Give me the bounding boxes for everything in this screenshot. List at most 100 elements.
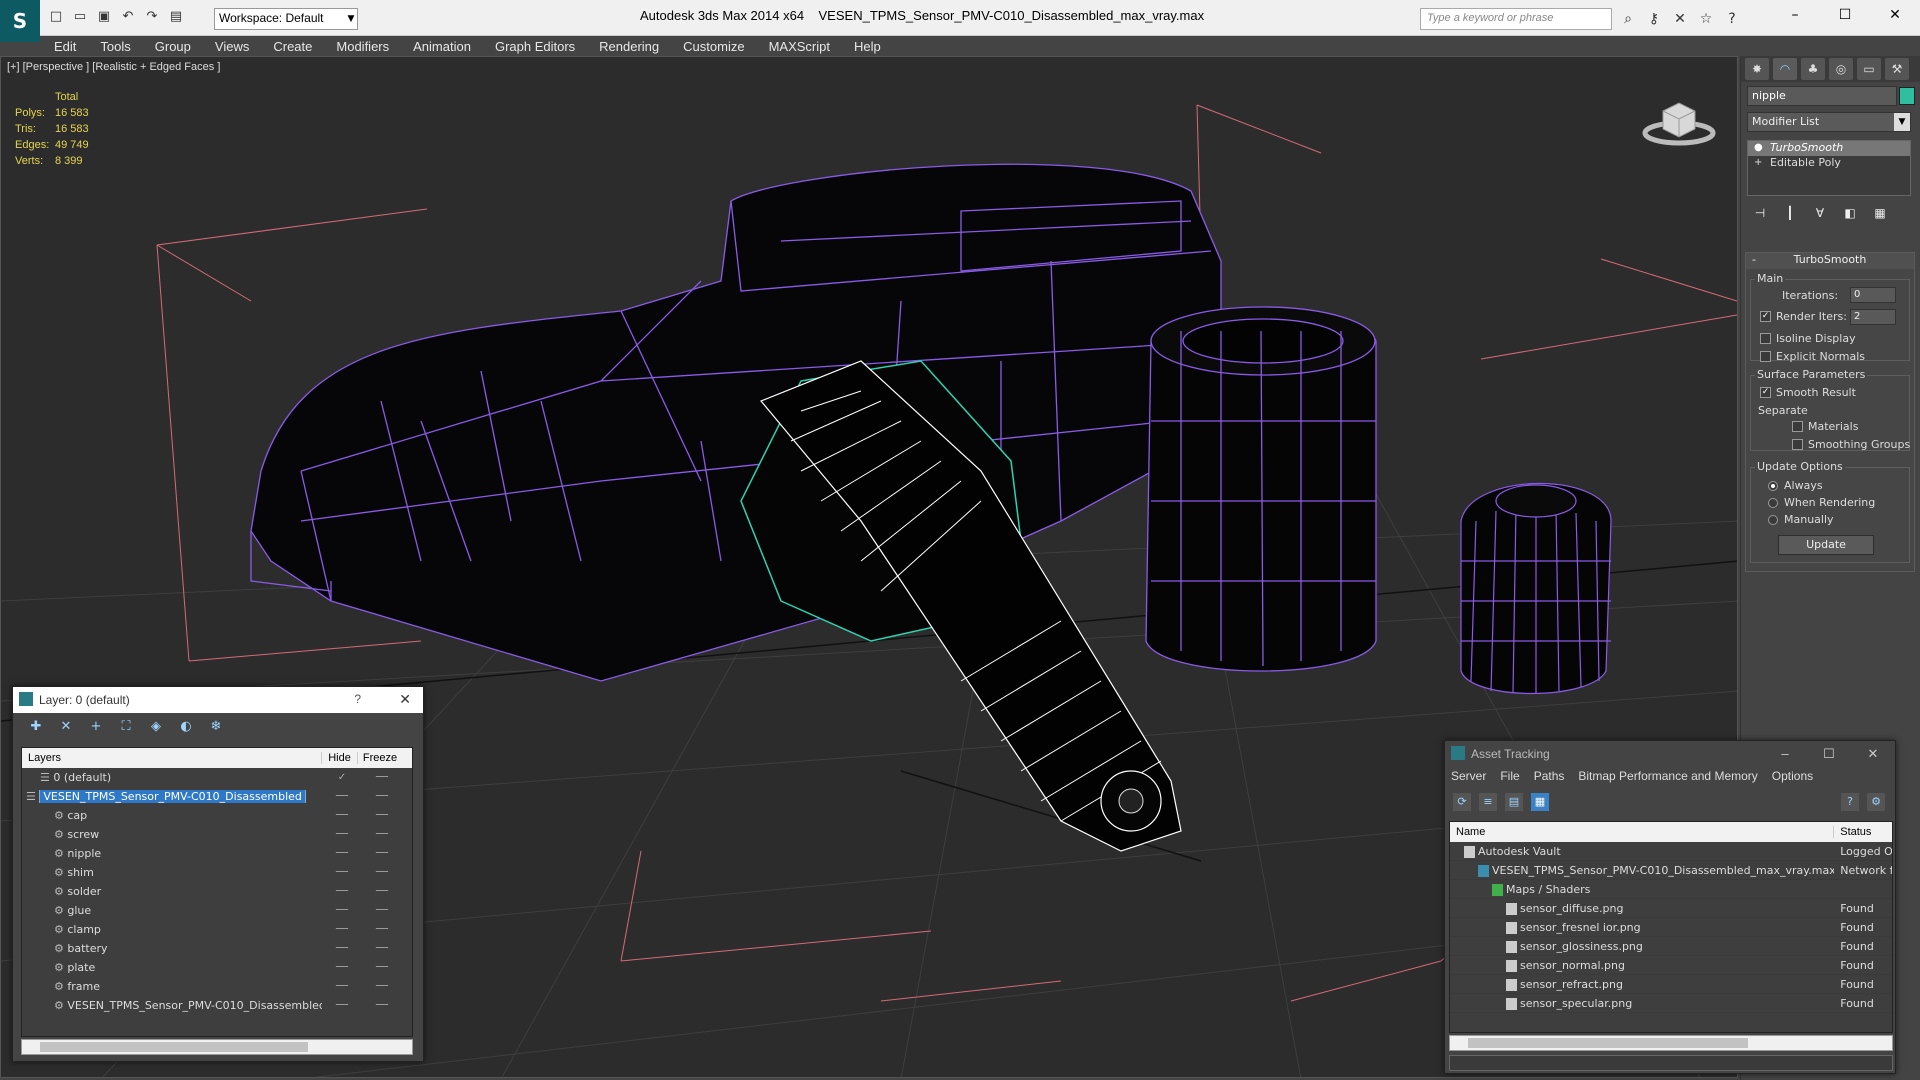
utilities-tab-icon[interactable]: ⚒	[1885, 58, 1909, 80]
horizontal-scrollbar[interactable]	[1449, 1035, 1893, 1051]
key-icon[interactable]: ⚷	[1644, 9, 1664, 29]
materials-checkbox[interactable]	[1792, 421, 1803, 432]
freeze-all-icon[interactable]: ❄	[207, 719, 225, 737]
isoline-display-checkbox[interactable]	[1760, 333, 1771, 344]
freeze-column-header[interactable]: Freeze	[358, 752, 402, 764]
hide-toggle[interactable]: ──	[322, 791, 362, 802]
expand-plus-icon[interactable]: +	[1754, 157, 1762, 168]
chevron-down-icon[interactable]: ▼	[1894, 113, 1910, 131]
hide-toggle[interactable]: ──	[322, 981, 362, 992]
layer-row[interactable]: ☰ 0 (default) ✓ ──	[22, 768, 412, 787]
menu-create[interactable]: Create	[261, 39, 324, 54]
close-icon[interactable]: ✕	[399, 691, 411, 708]
save-file-icon[interactable]: ▣	[94, 8, 114, 26]
asset-row[interactable]: sensor_glossiness.png Found	[1450, 937, 1892, 956]
menu-maxscript[interactable]: MAXScript	[757, 39, 842, 54]
freeze-toggle[interactable]: ──	[362, 848, 402, 859]
help-icon[interactable]: ?	[354, 692, 361, 706]
modify-tab-icon[interactable]: ◠	[1773, 58, 1797, 80]
select-objects-icon[interactable]: ⛶	[117, 719, 135, 737]
hide-toggle[interactable]: ✓	[322, 772, 362, 783]
make-unique-icon[interactable]: ∀	[1811, 204, 1829, 222]
help-icon[interactable]: ?	[1841, 793, 1859, 811]
freeze-toggle[interactable]: ──	[362, 943, 402, 954]
layer-row[interactable]: ⚙ shim ── ──	[22, 863, 412, 882]
update-button[interactable]: Update	[1778, 535, 1874, 555]
viewport-label[interactable]: [+] [Perspective ] [Realistic + Edged Fa…	[7, 61, 220, 73]
menu-help[interactable]: Help	[842, 39, 893, 54]
freeze-toggle[interactable]: ──	[362, 810, 402, 821]
hide-toggle[interactable]: ──	[322, 1000, 362, 1011]
menu-customize[interactable]: Customize	[671, 39, 756, 54]
freeze-toggle[interactable]: ──	[362, 791, 402, 802]
viewcube-icon[interactable]	[1641, 91, 1717, 151]
freeze-toggle[interactable]: ──	[362, 962, 402, 973]
configure-modifier-sets-icon[interactable]: ▦	[1871, 204, 1889, 222]
create-layer-icon[interactable]: ✚	[27, 719, 45, 737]
layer-row[interactable]: ⚙ plate ── ──	[22, 958, 412, 977]
open-file-icon[interactable]: ▭	[70, 8, 90, 26]
asset-row[interactable]: Autodesk Vault Logged O	[1450, 842, 1892, 861]
menu-modifiers[interactable]: Modifiers	[324, 39, 401, 54]
scrollbar-thumb[interactable]	[40, 1042, 308, 1052]
asset-row[interactable]: sensor_normal.png Found	[1450, 956, 1892, 975]
hide-toggle[interactable]: ──	[322, 962, 362, 973]
asset-row[interactable]: sensor_fresnel ior.png Found	[1450, 918, 1892, 937]
iterations-spinner[interactable]: 0	[1850, 287, 1896, 303]
hide-toggle[interactable]: ──	[322, 905, 362, 916]
menu-graph-editors[interactable]: Graph Editors	[483, 39, 587, 54]
freeze-toggle[interactable]: ──	[362, 829, 402, 840]
delete-layer-icon[interactable]: ✕	[57, 719, 75, 737]
asset-row[interactable]: sensor_specular.png Found	[1450, 994, 1892, 1013]
menu-views[interactable]: Views	[203, 39, 261, 54]
freeze-toggle[interactable]: ──	[362, 981, 402, 992]
rollout-header[interactable]: - TurboSmooth	[1746, 253, 1914, 269]
always-radio[interactable]	[1768, 481, 1778, 491]
hide-all-icon[interactable]: ◐	[177, 719, 195, 737]
status-column-header[interactable]: Status	[1834, 826, 1892, 838]
layer-row[interactable]: ⚙ battery ── ──	[22, 939, 412, 958]
layer-dialog-titlebar[interactable]: Layer: 0 (default) ? ✕	[13, 687, 423, 713]
smoothing-groups-checkbox[interactable]	[1792, 439, 1803, 450]
scrollbar-thumb[interactable]	[1468, 1038, 1748, 1048]
close-icon[interactable]: ✕	[1851, 741, 1895, 767]
name-column-header[interactable]: Name	[1450, 826, 1835, 838]
minimize-icon[interactable]: –	[1763, 741, 1807, 767]
search-input[interactable]: Type a keyword or phrase	[1420, 8, 1612, 30]
menu-animation[interactable]: Animation	[401, 39, 483, 54]
layer-row[interactable]: ☰ VESEN_TPMS_Sensor_PMV-C010_Disassemble…	[22, 787, 412, 806]
object-name-field[interactable]: nipple	[1747, 86, 1897, 106]
explicit-normals-checkbox[interactable]	[1760, 351, 1771, 362]
hierarchy-tab-icon[interactable]: ♣	[1801, 58, 1825, 80]
render-iters-spinner[interactable]: 2	[1850, 309, 1896, 325]
stack-item-turbosmooth[interactable]: ● TurboSmooth	[1748, 141, 1910, 156]
table-view-icon[interactable]: ▦	[1531, 793, 1549, 811]
hide-column-header[interactable]: Hide	[322, 752, 358, 764]
layer-row[interactable]: ⚙ screw ── ──	[22, 825, 412, 844]
smooth-result-checkbox[interactable]: ✓	[1760, 387, 1771, 398]
motion-tab-icon[interactable]: ◎	[1829, 58, 1853, 80]
pin-stack-icon[interactable]: ⊣	[1751, 204, 1769, 222]
hide-toggle[interactable]: ──	[322, 924, 362, 935]
layer-row[interactable]: ⚙ clamp ── ──	[22, 920, 412, 939]
hide-toggle[interactable]: ──	[322, 867, 362, 878]
maximize-icon[interactable]: ☐	[1807, 741, 1851, 767]
asset-row[interactable]: sensor_diffuse.png Found	[1450, 899, 1892, 918]
detail-view-icon[interactable]: ▤	[1505, 793, 1523, 811]
freeze-toggle[interactable]: ──	[362, 772, 402, 783]
hide-toggle[interactable]: ──	[322, 943, 362, 954]
minimize-icon[interactable]: –	[1770, 0, 1820, 30]
layer-row[interactable]: ⚙ VESEN_TPMS_Sensor_PMV-C010_Disassemble…	[22, 996, 412, 1015]
highlight-layer-icon[interactable]: ◈	[147, 719, 165, 737]
modifier-list-dropdown[interactable]: Modifier List ▼	[1747, 112, 1911, 132]
layer-row[interactable]: ⚙ nipple ── ──	[22, 844, 412, 863]
layer-row[interactable]: ⚙ glue ── ──	[22, 901, 412, 920]
freeze-toggle[interactable]: ──	[362, 924, 402, 935]
stack-item-editable-poly[interactable]: + Editable Poly	[1748, 156, 1910, 171]
freeze-toggle[interactable]: ──	[362, 867, 402, 878]
asset-menu-file[interactable]: File	[1500, 769, 1519, 787]
create-tab-icon[interactable]: ✸	[1745, 58, 1769, 80]
layer-row[interactable]: ⚙ solder ── ──	[22, 882, 412, 901]
new-file-icon[interactable]: □	[46, 8, 66, 26]
lightbulb-icon[interactable]: ●	[1754, 142, 1763, 153]
